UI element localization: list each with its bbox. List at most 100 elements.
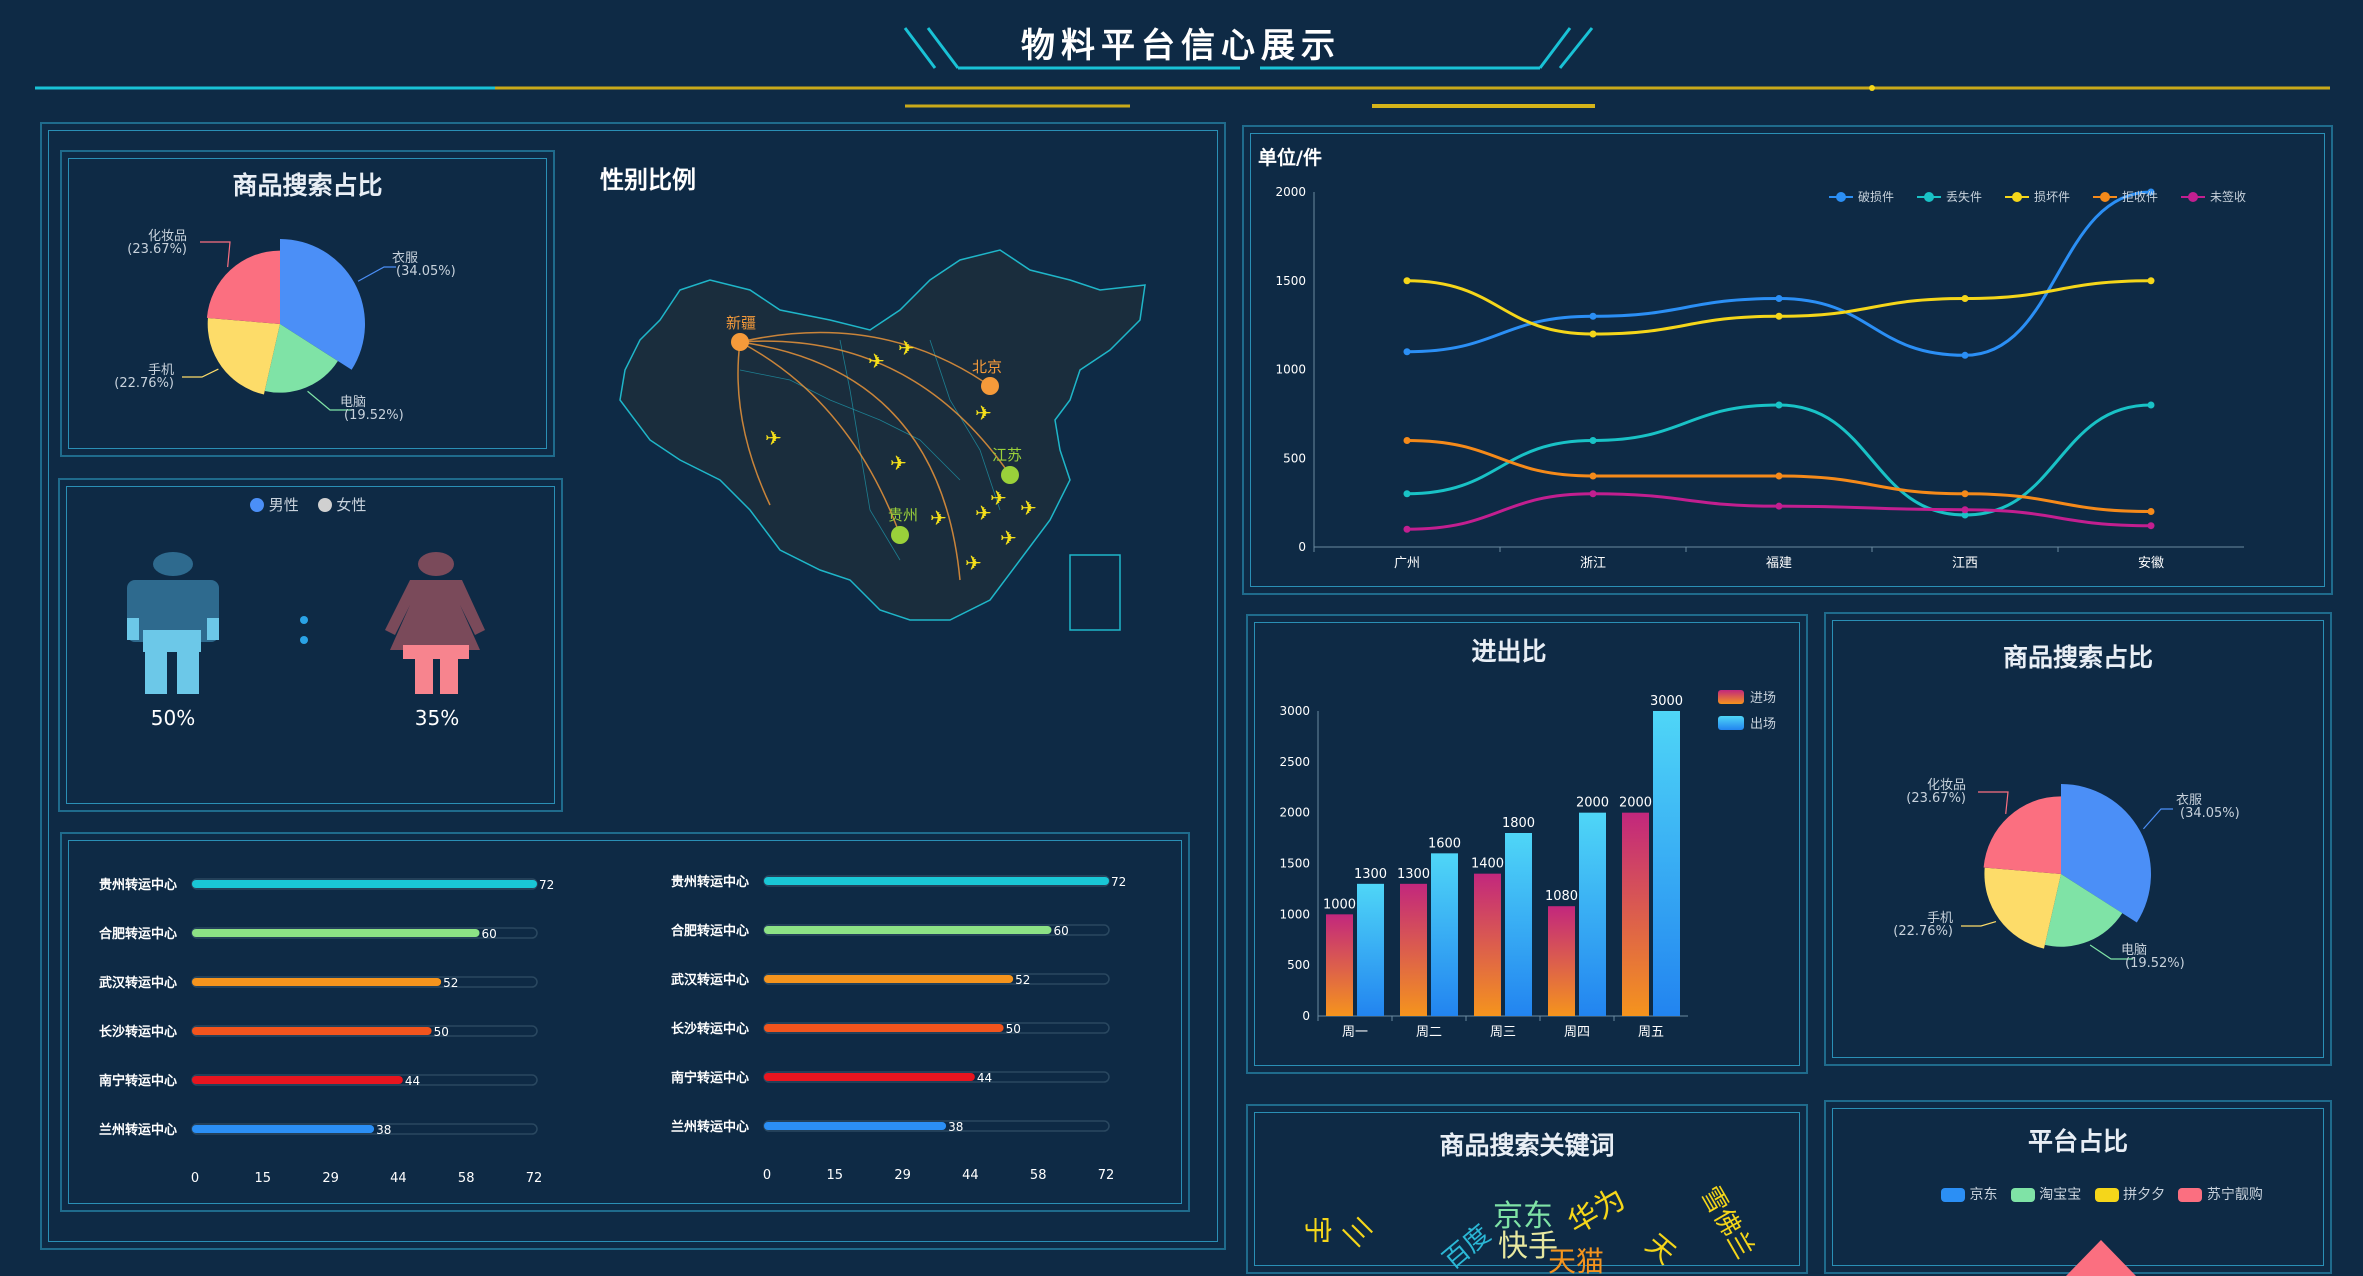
io-legend-out-label: 出场 (1750, 717, 1776, 732)
platform-chart-shape (2066, 1240, 2136, 1276)
io-label-in: 1300 (1397, 867, 1430, 882)
map-label-jiangsu: 江苏 (992, 446, 1022, 464)
bar-fill (192, 880, 537, 888)
io-x-tick: 周一 (1342, 1025, 1368, 1040)
svg-text:天: 天 (1639, 1227, 1682, 1270)
bar-axis-tick: 29 (322, 1171, 339, 1186)
line-point (1589, 312, 1597, 320)
line-legend-label: 破损件 (1858, 189, 1894, 204)
io-y-tick: 2000 (1279, 806, 1310, 820)
transport-bars-panel: 贵州转运中心 72 合肥转运中心 60 武汉转运中心 52 长沙转运中心 50 南宁转运中心 44… (60, 832, 1190, 1212)
bar-label: 贵州转运中心 (671, 874, 749, 890)
line-x-tick: 安徽 (2138, 556, 2164, 571)
io-label-in: 1400 (1471, 857, 1504, 872)
svg-text:百度: 百度 (1438, 1219, 1497, 1275)
io-label-in: 2000 (1619, 796, 1652, 811)
io-y-tick: 2500 (1279, 755, 1310, 769)
io-legend-in-label: 进场 (1750, 691, 1776, 706)
io-legend-in-swatch (1718, 690, 1744, 704)
line-point (1589, 472, 1597, 480)
bar-axis-tick: 58 (1030, 1168, 1047, 1183)
line-point (1403, 525, 1411, 533)
io-label-in: 1080 (1545, 889, 1578, 904)
bar-label: 南宁转运中心 (99, 1073, 177, 1089)
line-legend-label: 未签收 (2210, 189, 2246, 204)
male-figure-icon (127, 552, 219, 694)
line-point (1403, 348, 1411, 356)
bar-value: 44 (405, 1074, 420, 1088)
line-point (1775, 502, 1783, 510)
bar-label: 长沙转运中心 (671, 1021, 749, 1037)
io-bar-in (1474, 873, 1501, 1016)
line-x-tick: 江西 (1952, 556, 1978, 571)
bar-value: 50 (1006, 1022, 1021, 1036)
map-label-xinjiang: 新疆 (726, 314, 756, 332)
header: 物料平台信心展示 (0, 0, 2363, 120)
keywords-panel: 商品搜索关键词 京东 华为 快手 百度 宇 三 天猫 雪佛兰 天 (1246, 1104, 1808, 1276)
map-label-guizhou: 贵州 (888, 506, 918, 524)
line-point (1961, 351, 1969, 359)
pie-slice-3 (206, 250, 280, 324)
in-out-chart: 3000 2500 2000 1500 1000 500 0 周一 1000 1300 周二 1300… (1279, 690, 1776, 1040)
pie-pct-1: (19.52%) (2125, 956, 2185, 971)
line-point (2147, 277, 2155, 285)
line-point (1961, 490, 1969, 498)
line-point (1403, 490, 1411, 498)
bar-axis-tick: 44 (962, 1168, 979, 1183)
io-bar-out (1357, 883, 1384, 1016)
pie-right-chart: 衣服(34.05%)电脑(19.52%)手机(22.76%)化妆品(23.67%… (1893, 778, 2239, 971)
map-point-beijing (981, 377, 999, 395)
keyword-cloud: 京东 华为 快手 百度 宇 三 天猫 雪佛兰 天 (1301, 1181, 1759, 1276)
gender-figures (127, 552, 485, 694)
line-x-tick: 浙江 (1580, 556, 1606, 571)
bar-value: 50 (434, 1025, 449, 1039)
io-bar-in (1622, 812, 1649, 1016)
bar-fill (764, 1122, 947, 1130)
line-legend-label: 丢失件 (1946, 189, 1982, 204)
line-y-tick: 1500 (1275, 274, 1306, 288)
bar-label: 合肥转运中心 (671, 923, 749, 939)
io-bar-out (1505, 833, 1532, 1016)
svg-text:华为: 华为 (1562, 1181, 1631, 1241)
line-point (2147, 522, 2155, 530)
line-point (1589, 437, 1597, 444)
line-point (1775, 312, 1783, 320)
transport-bars-chart: 贵州转运中心 72 合肥转运中心 60 武汉转运中心 52 长沙转运中心 50 南宁转运中心 44… (99, 874, 1126, 1186)
line-point (1775, 295, 1783, 302)
io-x-tick: 周二 (1416, 1025, 1442, 1040)
io-label-out: 3000 (1650, 694, 1683, 709)
line-y-tick: 1000 (1275, 363, 1306, 377)
bar-fill (764, 877, 1109, 885)
svg-text:✈: ✈ (890, 451, 907, 475)
io-legend-out-swatch (1718, 716, 1744, 730)
pie-panel-right: 商品搜索占比 衣服 (34.05%) 电脑 (19.52%) 手机 (22.76%) 化妆品… (1824, 612, 2332, 1066)
svg-text:✈: ✈ (975, 401, 992, 425)
bar-axis-tick: 44 (390, 1171, 407, 1186)
io-label-in: 1000 (1323, 897, 1356, 912)
svg-text:✈: ✈ (868, 349, 885, 373)
io-label-out: 1800 (1502, 816, 1535, 831)
bar-label: 合肥转运中心 (99, 926, 177, 942)
bar-value: 52 (1015, 973, 1030, 987)
line-x-tick: 福建 (1766, 556, 1792, 571)
bar-axis-tick: 15 (827, 1168, 844, 1183)
bar-axis-tick: 0 (191, 1171, 199, 1186)
svg-text:✈: ✈ (1020, 496, 1037, 520)
bar-label: 贵州转运中心 (99, 877, 177, 893)
io-bar-out (1579, 812, 1606, 1016)
io-bar-in (1400, 883, 1427, 1016)
platform-panel: 平台占比 京东 淘宝宝 拼夕夕 苏宁靓购 (1824, 1100, 2332, 1276)
pie-pct-2: (22.76%) (114, 376, 174, 391)
line-x-tick: 广州 (1394, 556, 1420, 571)
line-point (1589, 490, 1597, 498)
gender-panel: 男性 女性 50% 35% (58, 478, 563, 812)
line-point (1775, 401, 1783, 409)
line-chart-panel: 单位/件 2000 1500 1000 500 0 广州 浙江 福建 江西 安徽 破损件 丢失件 损坏件… (1242, 125, 2333, 595)
bar-label: 长沙转运中心 (99, 1024, 177, 1040)
male-percentage: 50% (150, 706, 196, 730)
bar-label: 武汉转运中心 (671, 972, 749, 988)
bar-axis-tick: 0 (763, 1168, 771, 1183)
io-y-tick: 0 (1302, 1009, 1310, 1023)
line-point (1961, 295, 1969, 302)
svg-text:✈: ✈ (765, 426, 782, 450)
